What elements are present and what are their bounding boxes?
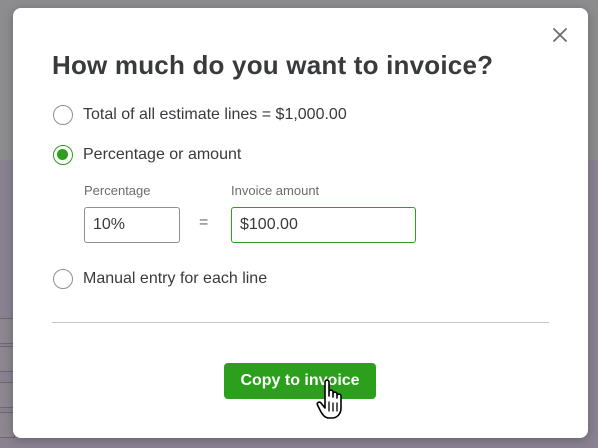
copy-to-invoice-button[interactable]: Copy to invoice [224, 363, 376, 399]
option-label: Manual entry for each line [83, 270, 268, 287]
percentage-input[interactable] [84, 207, 180, 243]
option-label: Total of all estimate lines = $1,000.00 [83, 106, 347, 123]
divider [52, 322, 549, 323]
invoice-amount-input[interactable] [231, 207, 416, 243]
invoice-amount-dialog: How much do you want to invoice? Total o… [13, 8, 588, 438]
option-percentage-or-amount[interactable]: Percentage or amount [53, 145, 241, 165]
dialog-title: How much do you want to invoice? [52, 50, 494, 80]
option-manual-entry[interactable]: Manual entry for each line [53, 269, 267, 289]
option-total-estimate[interactable]: Total of all estimate lines = $1,000.00 [53, 105, 347, 125]
radio-total-estimate[interactable] [53, 105, 73, 125]
radio-percentage-or-amount[interactable] [53, 145, 73, 165]
close-button[interactable] [549, 24, 571, 46]
percentage-label: Percentage [84, 183, 151, 198]
radio-manual-entry[interactable] [53, 269, 73, 289]
invoice-amount-label: Invoice amount [231, 183, 320, 198]
equals-sign: = [199, 214, 209, 231]
option-label: Percentage or amount [83, 146, 242, 163]
close-icon [553, 28, 567, 42]
